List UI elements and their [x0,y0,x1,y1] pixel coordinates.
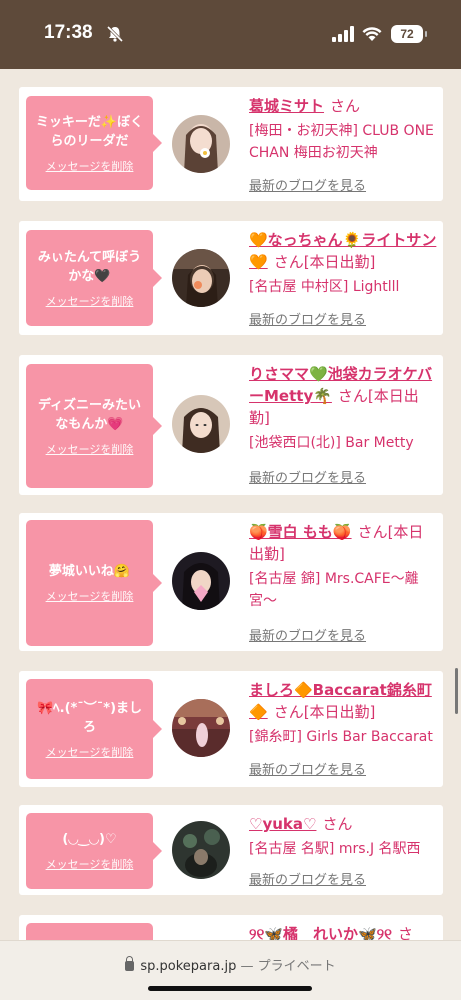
scrollbar-thumb[interactable] [455,668,458,714]
latest-blog-link[interactable]: 最新のブログを見る [249,467,366,486]
delete-message-link[interactable]: メッセージを削除 [46,441,134,457]
hostess-info: 🧡なっちゃん🌻ライトサン🧡 さん[本日出勤] [名古屋 中村区] Lightlll [249,229,437,298]
url-domain: sp.pokepara.jp [140,959,237,974]
private-mode-label: プライベート [257,959,336,974]
hostess-info: 葛城ミサト さん [梅田・お初天神] CLUB ONE CHAN 梅田お初天神 [249,95,437,164]
honorific: さん [322,815,353,833]
shop-name: [錦糸町] Girls Bar Baccarat [249,729,433,745]
message-bubble: ディズニーみたいなもんか💗 メッセージを削除 [26,364,162,488]
hostess-info: りさママ💚池袋カラオケバーMetty🌴 さん[本日出勤] [池袋西口(北)] Ba… [249,363,437,454]
message-card: みぃたんて呼ぼうかな🖤 メッセージを削除 🧡なっちゃん🌻ライトサン🧡 さん[本日出… [19,221,443,335]
url-separator: — [240,959,254,974]
status-time: 17:38 [44,22,93,43]
browser-address-bar[interactable]: sp.pokepara.jp — プライベート [0,940,461,1000]
latest-blog-link[interactable]: 最新のブログを見る [249,759,366,778]
latest-blog-link[interactable]: 最新のブログを見る [249,175,366,194]
honorific: さん [330,97,361,115]
message-text: ミッキーだ✨ぼくらのリーダだ [35,114,144,149]
delete-message-link[interactable]: メッセージを削除 [46,588,134,604]
avatar[interactable] [172,249,230,307]
message-bubble: みぃたんて呼ぼうかな🖤 メッセージを削除 [26,230,162,326]
delete-message-link[interactable]: メッセージを削除 [46,293,134,309]
message-text: 夢城いいね🤗 [48,564,131,579]
message-text: 🎀ﾍ.(*¯︶¯*)ましろ [36,700,143,735]
message-card: ミッキーだ✨ぼくらのリーダだ メッセージを削除 葛城ミサト さん [梅田・お初天神… [19,87,443,201]
hostess-name-link[interactable]: 🍑雪白 もも🍑 [249,523,352,541]
shop-name: [梅田・お初天神] CLUB ONE CHAN 梅田お初天神 [249,123,434,161]
avatar[interactable] [172,395,230,453]
latest-blog-link[interactable]: 最新のブログを見る [249,309,366,328]
shop-name: [名古屋 錦] Mrs.CAFE〜離宮〜 [249,571,419,609]
message-card: (◡‿◡)♡ メッセージを削除 ♡yuka♡ さん [名古屋 名駅] mrs.J … [19,805,443,895]
status-bar: 17:38 72 [0,0,461,69]
signal-icon [332,26,354,42]
avatar[interactable] [172,115,230,173]
home-indicator[interactable] [148,986,312,991]
delete-message-link[interactable]: メッセージを削除 [46,158,134,174]
avatar[interactable] [172,821,230,879]
battery-icon: 72 [391,25,427,43]
message-text: (◡‿◡)♡ [62,832,117,847]
wifi-icon [362,27,382,41]
hostess-name-link[interactable]: 葛城ミサト [249,97,324,115]
shop-name: [名古屋 名駅] mrs.J 名駅西 [249,841,421,857]
delete-message-link[interactable]: メッセージを削除 [46,744,134,760]
hostess-name-link[interactable]: ♡yuka♡ [249,815,316,833]
delete-message-link[interactable]: メッセージを削除 [46,856,134,872]
message-bubble: 夢城いいね🤗 メッセージを削除 [26,520,162,646]
message-bubble: (◡‿◡)♡ メッセージを削除 [26,813,162,889]
message-card: 🎀ﾍ.(*¯︶¯*)ましろ メッセージを削除 ましろ🔶Baccarat錦糸町🔶 さ… [19,671,443,787]
hostess-info: ましろ🔶Baccarat錦糸町🔶 さん[本日出勤] [錦糸町] Girls Bar… [249,679,437,748]
message-text: みぃたんて呼ぼうかな🖤 [37,249,142,284]
message-card: 夢城いいね🤗 メッセージを削除 🍑雪白 もも🍑 さん[本日出勤] [名古屋 錦] … [19,513,443,651]
bell-muted-icon [106,25,124,43]
avatar[interactable] [172,699,230,757]
lock-icon [125,956,135,971]
latest-blog-link[interactable]: 最新のブログを見る [249,869,366,888]
message-card: ディズニーみたいなもんか💗 メッセージを削除 りさママ💚池袋カラオケバーMett… [19,355,443,495]
hostess-info: ♡yuka♡ さん [名古屋 名駅] mrs.J 名駅西 [249,813,437,860]
avatar[interactable] [172,552,230,610]
hostess-info: 🍑雪白 もも🍑 さん[本日出勤] [名古屋 錦] Mrs.CAFE〜離宮〜 [249,521,437,612]
shop-name: [池袋西口(北)] Bar Metty [249,435,414,451]
latest-blog-link[interactable]: 最新のブログを見る [249,625,366,644]
honorific: さん[本日出勤] [273,253,376,271]
message-bubble: 🎀ﾍ.(*¯︶¯*)ましろ メッセージを削除 [26,679,162,779]
message-text: ディズニーみたいなもんか💗 [37,397,142,432]
honorific: さん[本日出勤] [273,703,376,721]
shop-name: [名古屋 中村区] Lightlll [249,279,400,295]
message-bubble: ミッキーだ✨ぼくらのリーダだ メッセージを削除 [26,96,162,190]
